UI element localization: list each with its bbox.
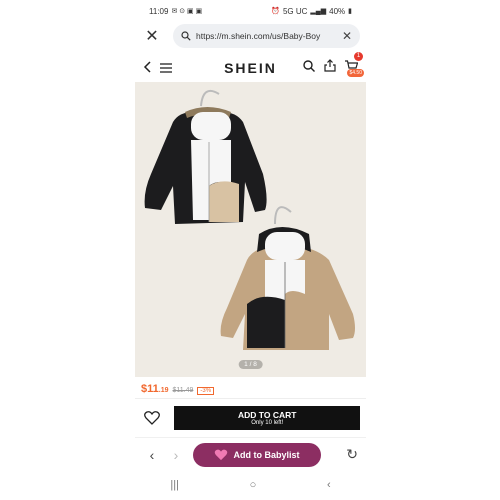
sale-price-dollars: $11 xyxy=(141,383,159,395)
black-jacket-illustration xyxy=(144,90,267,224)
status-bar: 11:09 ✉ ⊙ ▣ ▣ ⏰ 5G UC ▂▄▆ 40% ▮ xyxy=(135,0,366,22)
cart-count-badge: 1 xyxy=(354,52,363,61)
back-icon xyxy=(143,61,151,73)
menu-button[interactable] xyxy=(160,60,172,76)
add-to-babylist-button[interactable]: Add to Babylist xyxy=(193,442,321,467)
clear-url-button[interactable]: ✕ xyxy=(342,29,352,43)
share-button[interactable] xyxy=(324,59,336,77)
image-pager: 1 / 8 xyxy=(238,360,263,369)
sale-price-cents: .19 xyxy=(158,387,169,394)
tan-jacket-illustration xyxy=(220,206,355,350)
address-bar[interactable]: https://m.shein.com/us/Baby-Boy ✕ xyxy=(173,24,360,48)
back-button[interactable] xyxy=(143,60,151,76)
purchase-bar: ADD TO CART Only 10 left! xyxy=(135,405,366,431)
alarm-icon: ⏰ xyxy=(271,8,280,15)
price-row: $11.19 $11.49 -3% xyxy=(141,383,215,395)
add-to-cart-label: ADD TO CART xyxy=(238,410,297,420)
babylist-label: Add to Babylist xyxy=(233,449,300,460)
battery-level: 40% xyxy=(329,6,346,16)
recent-apps-button[interactable]: ||| xyxy=(170,479,179,491)
share-icon xyxy=(324,59,336,72)
browser-url-row: ✕ https://m.shein.com/us/Baby-Boy ✕ xyxy=(135,22,366,50)
phone-screen: 11:09 ✉ ⊙ ▣ ▣ ⏰ 5G UC ▂▄▆ 40% ▮ ✕ https:… xyxy=(135,0,366,500)
site-search-button[interactable] xyxy=(303,59,315,77)
divider xyxy=(135,398,366,399)
close-icon: ✕ xyxy=(145,28,159,45)
add-to-cart-button[interactable]: ADD TO CART Only 10 left! xyxy=(174,406,360,430)
battery-icon: ▮ xyxy=(348,8,352,15)
system-back-button[interactable]: ‹ xyxy=(327,479,331,491)
reload-button[interactable]: ↻ xyxy=(346,446,358,463)
browser-forward-button[interactable]: › xyxy=(167,447,185,463)
discount-badge: -3% xyxy=(197,387,215,395)
cart-button[interactable]: 1 $4.50 xyxy=(345,52,364,77)
product-photo xyxy=(144,90,355,350)
wishlist-button[interactable] xyxy=(141,407,162,429)
menu-icon xyxy=(160,63,172,73)
browser-back-button[interactable]: ‹ xyxy=(143,447,161,463)
site-header: SHEIN 1 $4.50 xyxy=(135,52,366,82)
search-icon xyxy=(181,31,191,41)
heart-icon xyxy=(143,411,160,425)
original-price: $11.49 xyxy=(172,387,194,394)
product-image-carousel[interactable]: 1 / 8 xyxy=(135,82,366,377)
stock-note: Only 10 left! xyxy=(251,420,284,426)
cart-amount-badge: $4.50 xyxy=(347,69,364,77)
reload-icon: ↻ xyxy=(346,446,358,462)
sale-price: $11.19 xyxy=(141,383,168,395)
home-button[interactable]: ○ xyxy=(250,479,257,491)
search-icon xyxy=(303,60,315,72)
heart-icon xyxy=(215,449,228,460)
notification-icons: ✉ ⊙ ▣ ▣ xyxy=(171,8,203,15)
signal-icon: ▂▄▆ xyxy=(310,8,327,15)
url-text: https://m.shein.com/us/Baby-Boy xyxy=(196,31,321,41)
system-nav-bar: ||| ○ ‹ xyxy=(135,474,366,496)
browser-bottom-bar: ‹ › Add to Babylist ↻ xyxy=(135,437,366,471)
status-time: 11:09 xyxy=(149,6,169,16)
close-tab-button[interactable]: ✕ xyxy=(141,25,163,47)
network-label: 5G UC xyxy=(282,6,308,16)
